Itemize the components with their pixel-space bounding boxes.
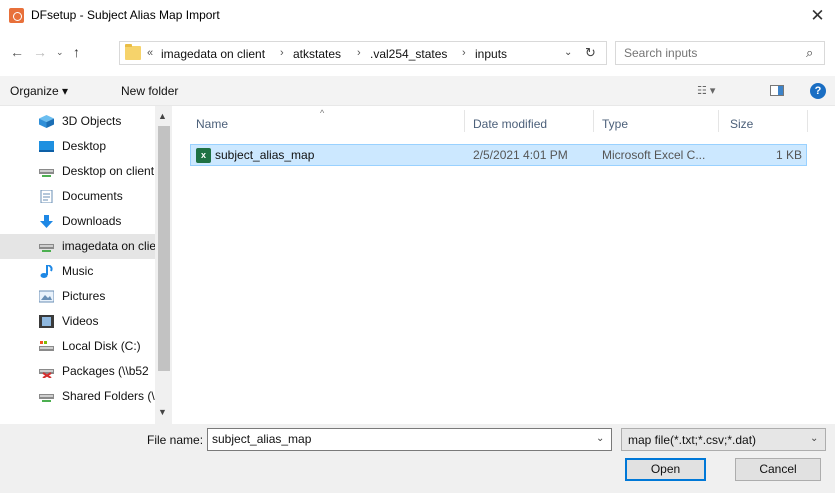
nav-item-label: Videos (62, 314, 99, 328)
nav-item-label: Local Disk (C:) (62, 339, 141, 353)
nav-item-label: Music (62, 264, 94, 278)
scrollbar-thumb[interactable] (158, 126, 170, 371)
sort-ascending-icon: ^ (320, 108, 325, 118)
file-row[interactable]: x subject_alias_map 2/5/2021 4:01 PM Mic… (190, 144, 807, 166)
search-input[interactable] (624, 46, 794, 60)
scroll-down-icon[interactable]: ▼ (158, 407, 167, 417)
column-divider[interactable] (718, 110, 719, 132)
documents-icon (39, 189, 54, 204)
breadcrumb-imagedata[interactable]: imagedata on client (161, 47, 265, 61)
column-divider[interactable] (807, 110, 808, 132)
preview-pane-icon[interactable] (770, 85, 784, 96)
breadcrumb-atkstates[interactable]: atkstates (293, 47, 341, 61)
file-name-label: File name: (147, 433, 204, 447)
file-name: subject_alias_map (215, 148, 315, 162)
file-date: 2/5/2021 4:01 PM (473, 148, 568, 162)
app-icon (9, 8, 24, 23)
breadcrumb-separator[interactable]: › (357, 47, 361, 59)
cancel-button[interactable]: Cancel (735, 458, 821, 481)
folder-icon (125, 44, 141, 60)
local-disk-icon (39, 340, 54, 353)
search-icon[interactable]: ⌕ (806, 45, 813, 61)
dialog-footer: File name: ⌄ map file(*.txt;*.csv;*.dat)… (0, 424, 835, 493)
back-button[interactable]: ← (10, 44, 24, 60)
chevron-down-icon[interactable]: ⌄ (564, 47, 572, 58)
scroll-up-icon[interactable]: ▲ (158, 111, 167, 121)
file-type-select[interactable]: map file(*.txt;*.csv;*.dat) ⌄ (621, 428, 826, 451)
downloads-icon (39, 215, 54, 228)
nav-item-label: Packages (\\b52 (62, 364, 149, 378)
nav-item-desktop[interactable]: Desktop (4, 134, 154, 159)
nav-item-label: Downloads (62, 214, 122, 228)
breadcrumb-overflow[interactable]: « (147, 47, 153, 59)
navigation-pane: 3D Objects Desktop Desktop on client Doc… (0, 106, 172, 424)
videos-icon (39, 315, 54, 328)
nav-item-videos[interactable]: Videos (4, 309, 154, 334)
organize-button[interactable]: Organize ▾ (10, 84, 68, 98)
help-icon[interactable]: ? (810, 83, 826, 99)
chevron-down-icon[interactable]: ⌄ (596, 433, 604, 444)
3d-objects-icon (39, 115, 54, 128)
recent-locations-button[interactable]: ⌄ (56, 47, 64, 58)
view-options-icon[interactable]: ☷ ▾ (697, 84, 715, 97)
file-name-combobox[interactable]: ⌄ (207, 428, 612, 451)
file-name-input[interactable] (212, 432, 582, 446)
network-drive-icon (39, 240, 54, 253)
breadcrumb-separator[interactable]: › (462, 47, 466, 59)
refresh-icon[interactable]: ↻ (585, 45, 596, 61)
music-icon (39, 264, 54, 278)
nav-item-label: Desktop (62, 139, 107, 153)
column-divider[interactable] (464, 110, 465, 132)
column-header-name[interactable]: Name (196, 117, 228, 131)
new-folder-button[interactable]: New folder (121, 84, 178, 98)
file-type-value: map file(*.txt;*.csv;*.dat) (628, 433, 757, 447)
search-box[interactable]: ⌕ (615, 41, 825, 65)
file-list: ^ Name Date modified Type Size x subject… (172, 106, 835, 424)
nav-item-3d-objects[interactable]: 3D Objects (4, 109, 154, 134)
command-toolbar: Organize ▾ New folder ☷ ▾ ? (0, 76, 835, 106)
nav-item-downloads[interactable]: Downloads (4, 209, 154, 234)
close-button[interactable]: ✕ (800, 0, 835, 31)
network-drive-icon (39, 390, 54, 403)
file-type: Microsoft Excel C... (602, 148, 706, 162)
column-header-date[interactable]: Date modified (473, 117, 547, 131)
desktop-icon (39, 140, 54, 153)
file-size: 1 KB (775, 148, 802, 162)
breadcrumb-separator[interactable]: › (280, 47, 284, 59)
nav-item-imagedata-on-client[interactable]: imagedata on client (0, 234, 156, 259)
nav-item-label: 3D Objects (62, 114, 122, 128)
nav-item-music[interactable]: Music (4, 259, 154, 284)
network-drive-icon (39, 165, 54, 178)
nav-item-shared-folders[interactable]: Shared Folders (\ (4, 384, 155, 409)
title-bar: DFsetup - Subject Alias Map Import ✕ (0, 0, 835, 31)
disconnected-drive-icon (39, 365, 54, 379)
nav-item-label: Pictures (62, 289, 106, 303)
open-button[interactable]: Open (625, 458, 706, 481)
address-bar[interactable]: « imagedata on client › atkstates › .val… (119, 41, 607, 65)
column-header-size[interactable]: Size (730, 117, 753, 131)
nav-item-documents[interactable]: Documents (4, 184, 154, 209)
nav-item-packages[interactable]: Packages (\\b52 (4, 359, 154, 384)
up-button[interactable]: ↑ (73, 44, 80, 60)
nav-item-label: Shared Folders (\ (62, 389, 155, 403)
nav-item-local-disk[interactable]: Local Disk (C:) (4, 334, 154, 359)
forward-button[interactable]: → (33, 44, 47, 60)
nav-item-pictures[interactable]: Pictures (4, 284, 154, 309)
navigation-scrollbar[interactable]: ▲ ▼ (155, 106, 172, 424)
breadcrumb-val254-states[interactable]: .val254_states (370, 47, 447, 61)
nav-item-desktop-on-client[interactable]: Desktop on client (4, 159, 154, 184)
chevron-down-icon[interactable]: ⌄ (810, 433, 818, 444)
window-title: DFsetup - Subject Alias Map Import (31, 8, 220, 22)
nav-item-label: Documents (62, 189, 123, 203)
pictures-icon (38, 290, 55, 303)
nav-item-label: imagedata on client (62, 239, 156, 253)
column-header-type[interactable]: Type (602, 117, 628, 131)
excel-csv-icon: x (196, 148, 211, 163)
column-divider[interactable] (593, 110, 594, 132)
breadcrumb-inputs[interactable]: inputs (475, 47, 507, 61)
nav-item-label: Desktop on client (62, 164, 155, 178)
